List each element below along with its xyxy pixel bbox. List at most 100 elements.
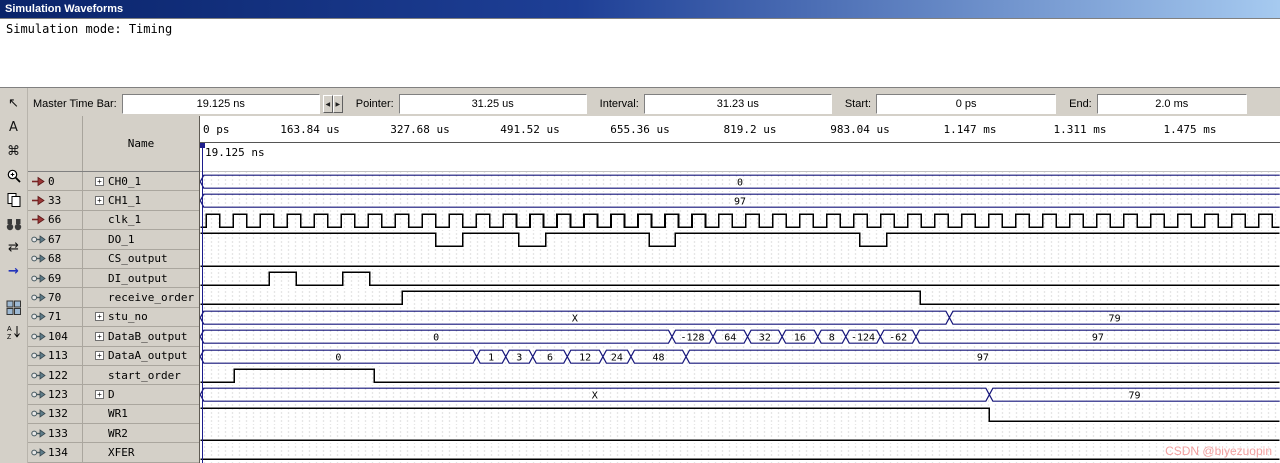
timeline-tick: 983.04 us [830,123,890,136]
signal-row-XFER[interactable]: 134+XFER [28,443,199,462]
expand-toggle[interactable]: + [95,351,104,360]
selection-tool-button[interactable]: ↖ [3,93,25,114]
zoom-tool-button[interactable] [3,165,25,186]
signal-name-cell: +DO_1 [83,230,199,248]
signal-number: 67 [48,233,61,246]
signal-row-CS_output[interactable]: 68+CS_output [28,250,199,269]
window-titlebar[interactable]: Simulation Waveforms [0,0,1280,18]
waveform-row-WR1[interactable] [200,405,1280,424]
output-pin-icon [31,350,46,361]
replace-button[interactable]: ⇄ [3,237,25,258]
waveform-row-WR2[interactable] [200,424,1280,443]
expand-toggle[interactable]: + [95,332,104,341]
waveform-row-D[interactable]: X79 [200,385,1280,404]
timeline-ruler[interactable]: 0 ps163.84 us327.68 us491.52 us655.36 us… [200,116,1280,143]
master-time-bar-label: Master Time Bar: [33,98,117,110]
copy-icon [6,192,22,208]
signal-id-cell: 132 [28,405,83,423]
signal-row-WR1[interactable]: 132+WR1 [28,405,199,424]
signal-name: XFER [108,446,135,459]
signal-number: 122 [48,369,68,382]
signal-row-DO_1[interactable]: 67 +DO_1 [28,230,199,249]
signal-table-body: 0+CH0_133+CH1_166+clk_167+DO_168+CS_outp… [28,172,199,463]
output-pin-icon [31,253,46,264]
signal-id-cell: 70 [28,288,83,306]
sort-button[interactable]: AZ [3,321,25,342]
signal-row-receive_order[interactable]: 70+receive_order [28,288,199,307]
table-header-row: Name [28,116,199,172]
signal-name-cell: +CH0_1 [83,172,199,190]
waveform-row-DataB_output[interactable]: 0-1286432168-124-6297 [200,327,1280,346]
signal-number: 133 [48,427,68,440]
signal-name: clk_1 [108,213,141,226]
spin-left-button[interactable]: ◀ [323,95,333,113]
signal-id-cell: 33 [28,191,83,209]
waveform-row-DO_1[interactable] [200,230,1280,249]
text-tool-icon: A [9,121,18,134]
spin-right-button[interactable]: ▶ [333,95,343,113]
waveform-row-CH1_1[interactable]: 97 [200,191,1280,210]
waveform-row-DataA_output[interactable]: 013612244897 [200,347,1280,366]
output-pin-icon [31,331,46,342]
signal-row-DI_output[interactable]: 69+DI_output [28,269,199,288]
waveform-row-DI_output[interactable] [200,269,1280,288]
timeline-tick: 327.68 us [390,123,450,136]
waveform-edit-tool-button[interactable]: ⌘ [3,141,25,162]
timeline-tick: 655.36 us [610,123,670,136]
time-cursor-row[interactable]: 19.125 ns [200,143,1280,172]
svg-text:X: X [592,391,598,402]
end-field[interactable]: 2.0 ms [1097,94,1247,114]
svg-text:3: 3 [516,352,522,363]
input-pin-icon [31,195,46,206]
waveform-row-CS_output[interactable] [200,250,1280,269]
expand-toggle[interactable]: + [95,390,104,399]
watermark: CSDN @biyezuopin [1165,444,1272,458]
svg-text:-128: -128 [680,332,704,343]
expand-toggle[interactable]: + [95,312,104,321]
waveform-row-clk_1[interactable] [200,211,1280,230]
master-time-cursor-handle[interactable] [200,143,205,148]
master-time-bar-field[interactable]: 19.125 ns [122,94,320,114]
signal-row-DataA_output[interactable]: 113+DataA_output [28,347,199,366]
name-header-label: Name [128,137,155,150]
waveform-panel: Name 0+CH0_133+CH1_166+clk_167+DO_168+CS… [28,116,1280,463]
magnifier-icon [6,168,22,184]
svg-text:24: 24 [611,352,623,363]
expand-toggle[interactable]: + [95,196,104,205]
start-label: Start: [845,98,871,110]
signal-name: WR1 [108,407,128,420]
interval-field[interactable]: 31.23 us [644,94,832,114]
duplicate-button[interactable] [3,189,25,210]
go-to-transition-button[interactable]: → [3,261,25,282]
svg-text:1: 1 [488,352,494,363]
output-pin-icon [31,311,46,322]
signal-row-stu_no[interactable]: 71+stu_no [28,308,199,327]
signal-row-start_order[interactable]: 122+start_order [28,366,199,385]
signal-row-CH0_1[interactable]: 0+CH0_1 [28,172,199,191]
signal-id-cell: 0 [28,172,83,190]
find-button[interactable] [3,213,25,234]
waveform-row-stu_no[interactable]: X79 [200,308,1280,327]
waveform-row-CH0_1[interactable]: 0 [200,172,1280,191]
text-tool-button[interactable]: A [3,117,25,138]
window-title: Simulation Waveforms [5,3,123,15]
svg-text:-62: -62 [889,332,907,343]
svg-text:12: 12 [579,352,591,363]
waveform-row-XFER[interactable] [200,443,1280,462]
grid-icon [6,300,22,316]
signal-row-DataB_output[interactable]: 104+DataB_output [28,327,199,346]
signal-row-clk_1[interactable]: 66+clk_1 [28,211,199,230]
waveform-row-start_order[interactable] [200,366,1280,385]
signal-name: WR2 [108,427,128,440]
signal-row-D[interactable]: 123+D [28,385,199,404]
svg-text:A: A [7,326,12,333]
waveform-row-receive_order[interactable] [200,288,1280,307]
start-field[interactable]: 0 ps [876,94,1056,114]
signal-row-WR2[interactable]: 133+WR2 [28,424,199,443]
signal-row-CH1_1[interactable]: 33+CH1_1 [28,191,199,210]
name-column-header: Name [83,116,199,171]
master-time-cursor-line[interactable] [202,143,203,463]
display-options-button[interactable] [3,297,25,318]
expand-toggle[interactable]: + [95,177,104,186]
pointer-field[interactable]: 31.25 us [399,94,587,114]
